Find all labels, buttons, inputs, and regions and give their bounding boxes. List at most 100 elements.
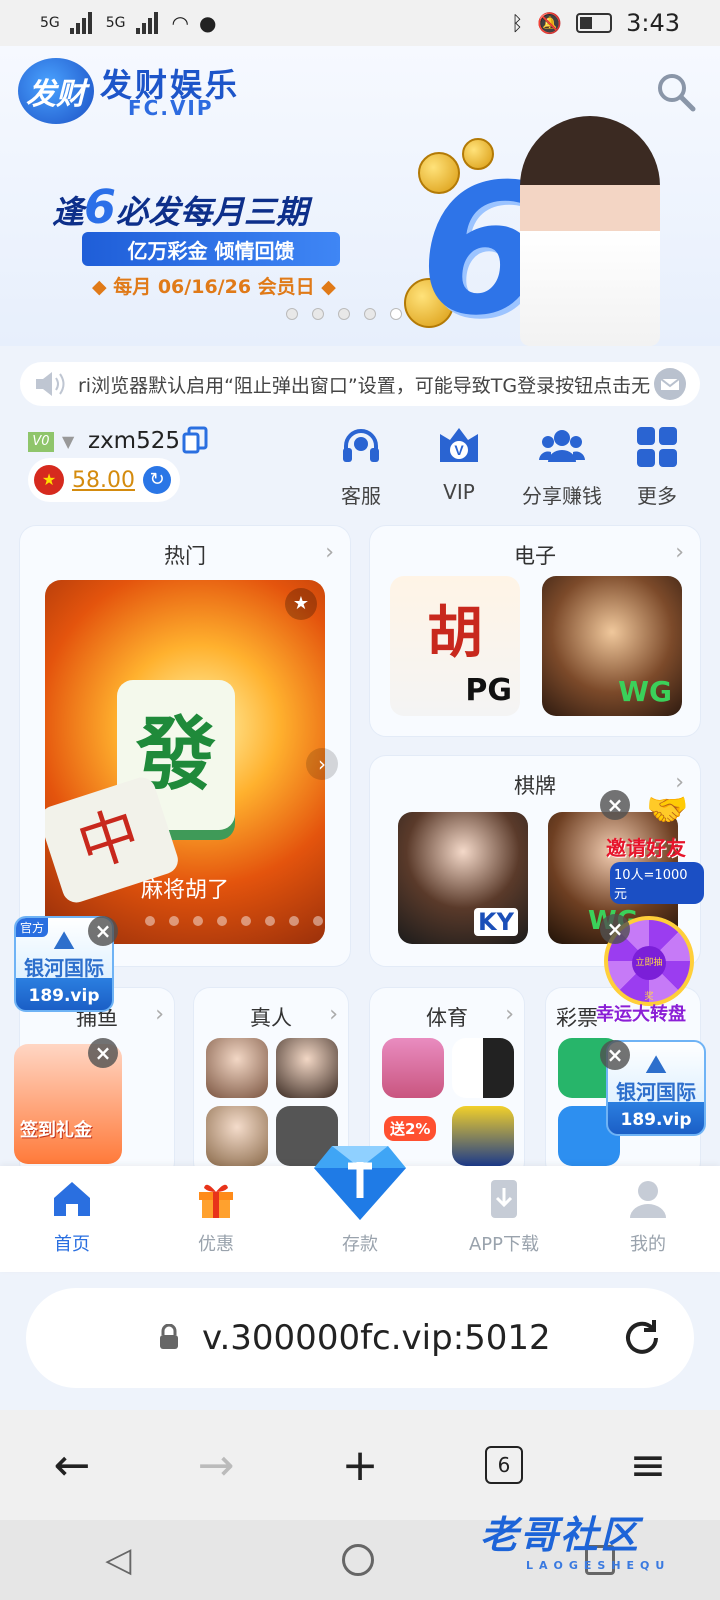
chevron-right-icon[interactable]: › <box>155 1002 164 1027</box>
game-tile[interactable] <box>276 1038 338 1098</box>
banner-headline: 逢6必发每月三期 <box>52 180 309 234</box>
wheel-center-label: 立即抽奖 <box>632 946 666 1002</box>
chat-icon: ● <box>198 11 217 35</box>
chevron-right-icon[interactable]: › <box>505 1002 514 1027</box>
game-tile[interactable] <box>452 1038 514 1098</box>
deposit-bonus-badge: 送2% <box>384 1116 437 1141</box>
reload-icon[interactable] <box>620 1316 664 1360</box>
person-icon <box>630 1181 666 1218</box>
carousel-dots[interactable] <box>145 916 323 926</box>
menu-icon[interactable]: ≡ <box>618 1435 678 1495</box>
banner-big-number: 6 <box>420 146 546 346</box>
close-icon[interactable]: × <box>88 1038 118 1068</box>
section-title: 真人 <box>250 1006 292 1030</box>
tab-profile[interactable]: 我的 <box>583 1178 713 1256</box>
section-electronic[interactable]: 电子 › 胡 PG WG <box>370 526 700 736</box>
balance-box: ★ 58.00 ↻ <box>28 458 180 502</box>
close-icon[interactable]: × <box>88 916 118 946</box>
section-title: 电子 <box>514 544 556 568</box>
chevron-down-icon[interactable]: ▼ <box>62 432 74 451</box>
provider-tag: WG <box>618 675 672 708</box>
galaxy-domain: 189.vip <box>28 986 100 1006</box>
tab-app-download[interactable]: APP下载 <box>439 1178 569 1256</box>
brand-logo-icon: 发财 <box>18 58 94 124</box>
quick-action-label: 更多 <box>637 484 677 508</box>
refresh-icon[interactable]: ↻ <box>142 466 171 494</box>
hero-banner[interactable]: 发财 发财娱乐 FC.VIP 逢6必发每月三期 亿万彩金 倾情回馈 ◆ 每月 0… <box>0 46 720 346</box>
china-flag-icon: ★ <box>34 465 64 495</box>
grid-icon <box>637 427 677 467</box>
chevron-right-icon[interactable]: › <box>325 540 334 565</box>
network-label-1: 5G <box>40 15 60 31</box>
game-tile[interactable] <box>206 1038 268 1098</box>
vip-icon: V <box>440 428 478 462</box>
headset-icon <box>343 429 379 462</box>
quick-action-label: 客服 <box>341 484 381 508</box>
wifi-icon: ◠ <box>171 11 189 35</box>
watermark-logo: 老哥社区 LAOGESHEQU <box>480 1513 671 1572</box>
mail-icon[interactable] <box>654 368 686 400</box>
chevron-right-icon[interactable]: › <box>675 540 684 565</box>
game-tile[interactable] <box>206 1106 268 1166</box>
next-arrow-icon[interactable]: › <box>306 748 338 780</box>
download-icon <box>491 1180 517 1218</box>
diamond-icon[interactable] <box>312 1140 408 1222</box>
signal-icon <box>69 12 96 34</box>
user-panel: V0 ▼ zxm525 ★ 58.00 ↻ <box>28 426 328 508</box>
signal-icon <box>135 12 162 34</box>
balance-value: 58.00 <box>72 467 135 493</box>
browser-address-bar[interactable]: v.300000fc.vip:5012 <box>26 1288 694 1388</box>
speaker-icon <box>36 372 65 396</box>
gift-icon <box>199 1184 233 1218</box>
signin-label: 签到礼金 <box>20 1120 92 1141</box>
section-title: 热门 <box>164 544 206 568</box>
forward-icon[interactable]: → <box>186 1435 246 1495</box>
close-icon[interactable]: × <box>600 790 630 820</box>
quick-action-share[interactable]: 分享赚钱 <box>512 424 612 509</box>
game-tile[interactable]: WG <box>542 576 682 716</box>
invite-sub-label: 10人=1000元 <box>610 862 704 904</box>
svg-text:V: V <box>454 442 464 458</box>
banner-pill: 亿万彩金 倾情回馈 <box>82 232 340 266</box>
game-tile[interactable] <box>452 1106 514 1166</box>
home-icon <box>54 1182 90 1216</box>
star-icon[interactable]: ★ <box>285 588 317 620</box>
quick-action-more[interactable]: 更多 <box>612 424 702 509</box>
tab-home[interactable]: 首页 <box>7 1178 137 1256</box>
username: zxm525 <box>88 428 180 454</box>
tab-promotions[interactable]: 优惠 <box>151 1178 281 1256</box>
new-tab-icon[interactable]: + <box>330 1435 390 1495</box>
banner-model-image <box>520 116 660 346</box>
tab-label: APP下载 <box>468 1234 540 1255</box>
search-icon[interactable] <box>656 72 696 112</box>
nav-back-icon[interactable]: ◁ <box>105 1540 131 1580</box>
tab-label: 优惠 <box>198 1234 234 1255</box>
notice-text: ri浏览器默认启用“阻止弹出窗口”设置，可能导致TG登录按钮点击无 <box>78 374 651 397</box>
lock-icon <box>160 1324 178 1349</box>
close-icon[interactable]: × <box>600 914 630 944</box>
wheel-label: 幸运大转盘 <box>596 1004 686 1025</box>
hot-game-caption: 麻将胡了 <box>140 878 229 903</box>
game-tile[interactable]: 胡 PG <box>390 576 520 716</box>
back-icon[interactable]: ← <box>42 1435 102 1495</box>
section-title: 体育 <box>426 1006 468 1030</box>
notice-marquee[interactable]: ri浏览器默认启用“阻止弹出窗口”设置，可能导致TG登录按钮点击无 <box>20 362 700 406</box>
tabs-button[interactable]: 6 <box>474 1435 534 1495</box>
url-text: v.300000fc.vip:5012 <box>202 1318 551 1358</box>
quick-action-support[interactable]: 客服 <box>316 424 406 509</box>
chevron-right-icon[interactable]: › <box>329 1002 338 1027</box>
status-right: ᛒ 🔕 3:43 <box>511 9 680 37</box>
game-tile[interactable]: KY <box>398 812 528 944</box>
hot-game-mahjong[interactable]: 發 中 ★ 麻将胡了 <box>45 580 325 944</box>
handshake-icon: 🤝 <box>646 790 689 830</box>
status-left: 5G 5G ◠ ● <box>40 11 216 35</box>
carousel-dots[interactable] <box>286 308 402 320</box>
bluetooth-icon: ᛒ <box>511 11 524 35</box>
close-icon[interactable]: × <box>600 1040 630 1070</box>
quick-action-label: VIP <box>443 480 475 504</box>
copy-icon[interactable] <box>182 426 208 454</box>
quick-action-vip[interactable]: V VIP <box>414 424 504 504</box>
provider-tag: KY <box>474 908 518 936</box>
nav-home-icon[interactable] <box>342 1544 375 1576</box>
game-tile[interactable] <box>382 1038 444 1098</box>
